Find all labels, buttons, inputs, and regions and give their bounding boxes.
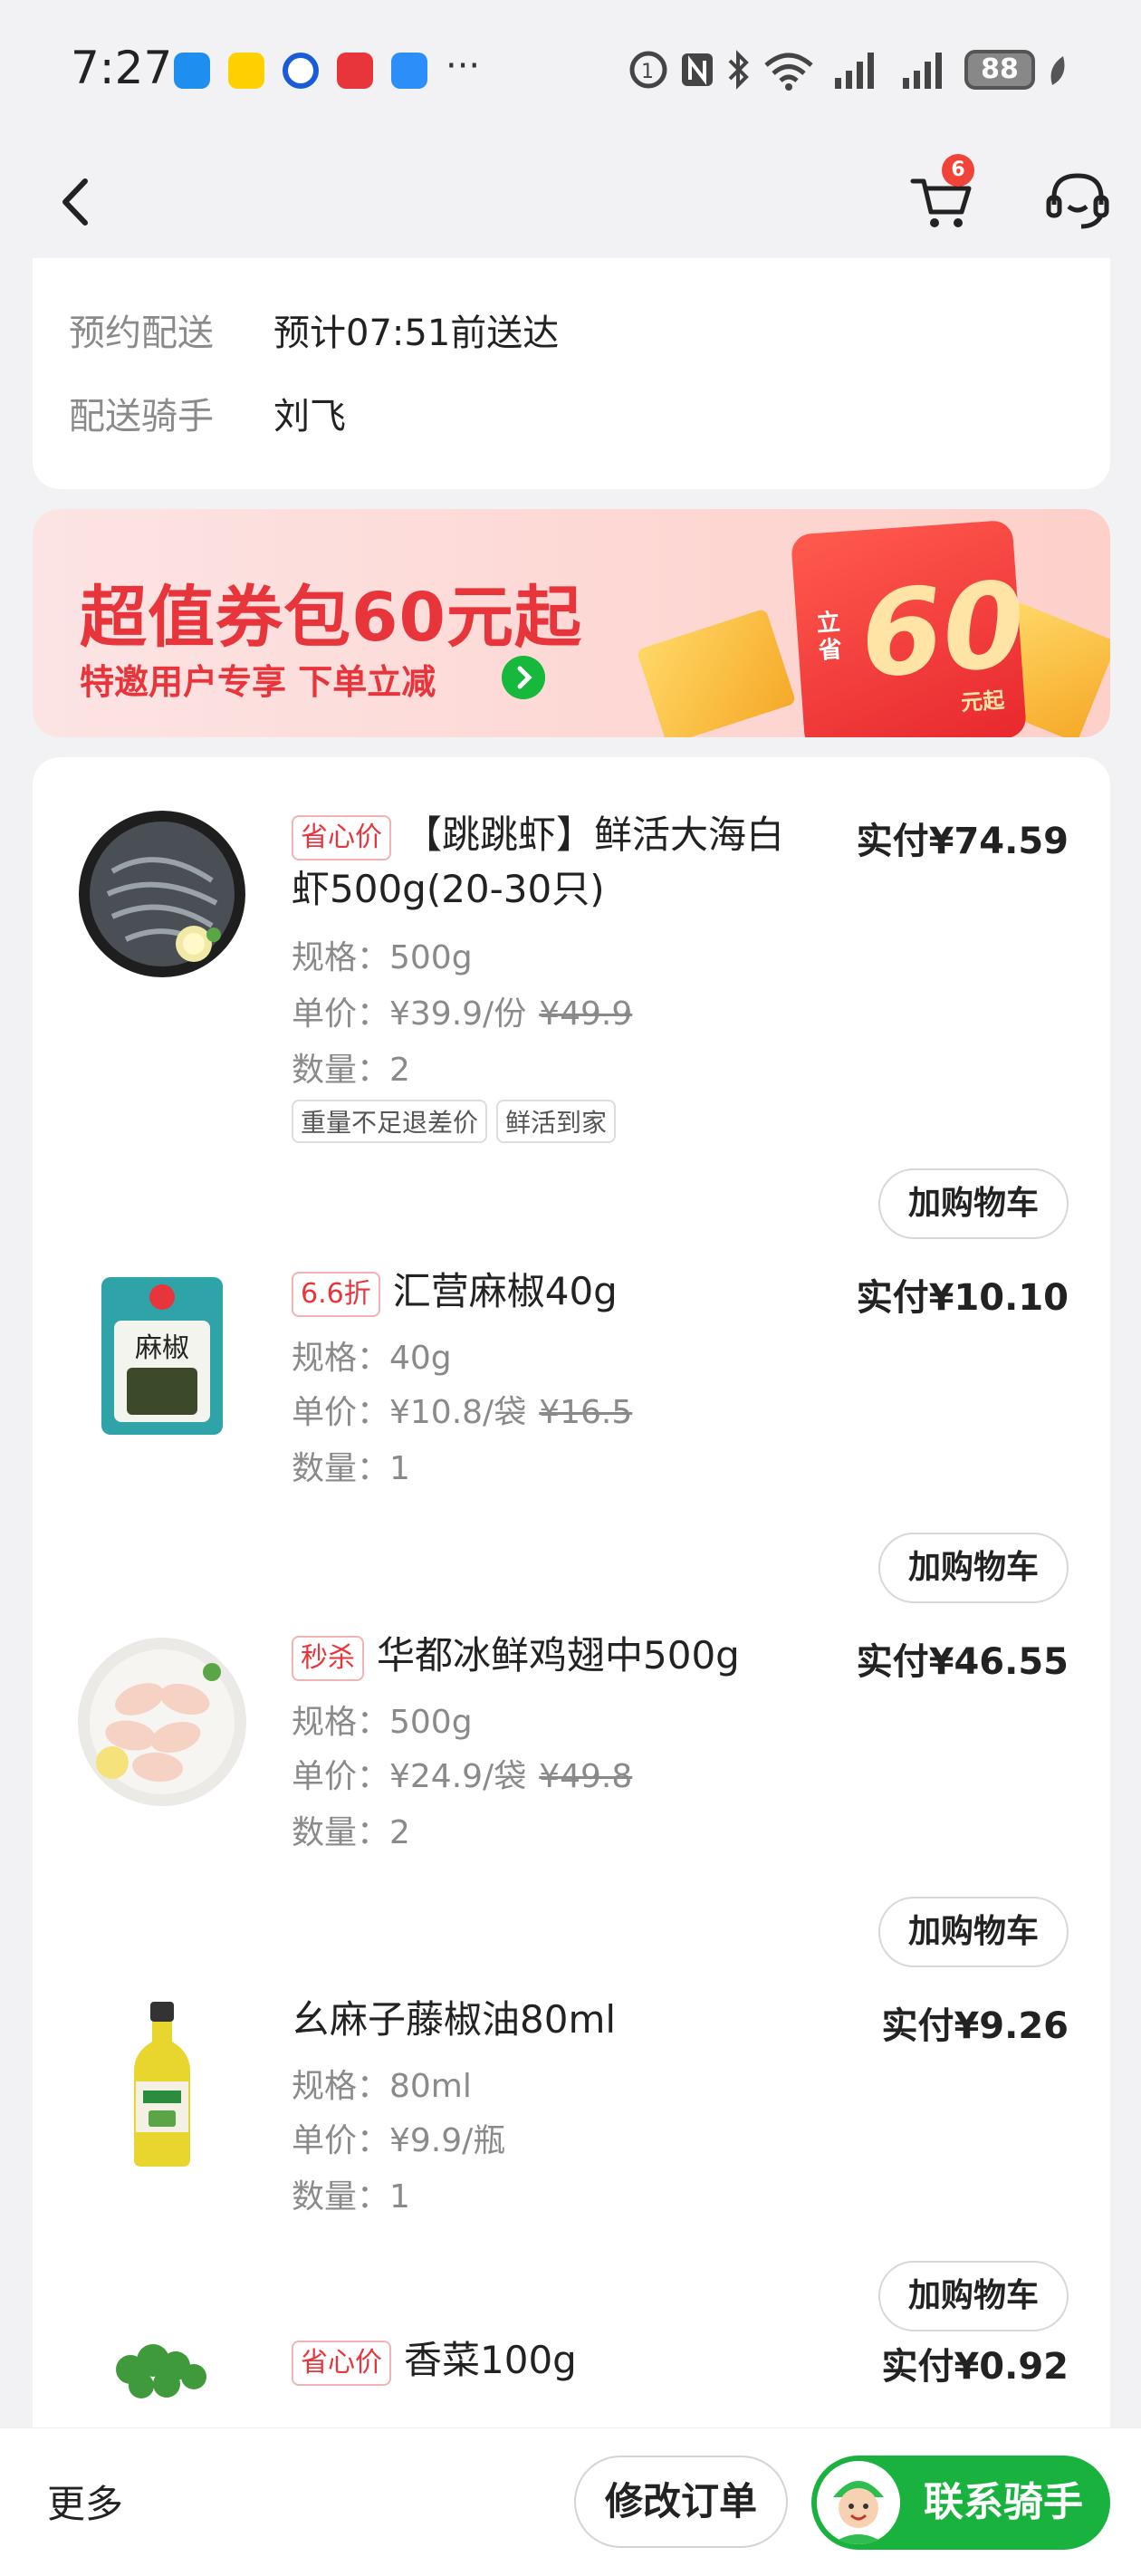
quantity: 数量：1 [292, 1450, 410, 1487]
bottom-action-bar: 更多 修改订单 联系骑手 [0, 2427, 1141, 2576]
original-price: ¥49.9 [539, 995, 633, 1033]
price-tag: 省心价 [292, 2340, 391, 2386]
add-to-cart-button[interactable]: 加购物车 [878, 1533, 1069, 1603]
schedule-row: 预约配送 预计07:51前送达 [69, 303, 559, 356]
paid-amount: 实付¥74.59 [856, 821, 1069, 862]
schedule-value: 预计07:51前送达 [273, 312, 560, 354]
modify-order-button[interactable]: 修改订单 [574, 2456, 788, 2548]
add-to-cart-button[interactable]: 加购物车 [878, 2261, 1069, 2331]
product-title: 香菜100g [404, 2338, 577, 2382]
coupon-prefix: 立省 [815, 609, 843, 665]
coupon-graphic: 立省 60 元起 [790, 519, 1030, 737]
discount-tag: 6.6折 [292, 1271, 380, 1317]
contact-rider-button[interactable]: 联系骑手 [811, 2456, 1110, 2550]
package-label: 麻椒 [135, 1332, 189, 1364]
product-name[interactable]: 秒杀 华都冰鲜鸡翅中500g [292, 1629, 799, 1683]
product-name[interactable]: 省心价 香菜100g [292, 2333, 799, 2388]
rider-avatar [817, 2461, 900, 2544]
product-name[interactable]: 省心价 【跳跳虾】鲜活大海白虾500g(20-30只) [292, 808, 799, 917]
coupon-suffix: 元起 [960, 687, 1006, 716]
service-chips: 重量不足退差价 鲜活到家 [292, 1100, 625, 1143]
messages-app-icon [174, 53, 210, 89]
status-bar: 7:27 ··· 1 88 [0, 0, 1141, 145]
svg-text:1: 1 [641, 61, 654, 83]
back-icon[interactable] [45, 170, 109, 234]
flash-sale-tag: 秒杀 [292, 1635, 364, 1681]
schedule-label: 预约配送 [69, 312, 214, 354]
add-to-cart-button[interactable]: 加购物车 [878, 1897, 1069, 1967]
spec: 规格：80ml [292, 2068, 472, 2105]
product-title: 汇营麻椒40g [392, 1269, 618, 1313]
delivery-info-card: 预约配送 预计07:51前送达 配送骑手 刘飞 [33, 258, 1110, 489]
shrimp-image [79, 811, 245, 977]
spec: 规格：500g [292, 939, 473, 976]
unit-price-value: 单价：¥24.9/袋 [292, 1758, 527, 1795]
rider-row: 配送骑手 刘飞 [69, 387, 346, 439]
chevron-right-icon [502, 656, 545, 699]
gold-decoration [636, 608, 797, 737]
unit-price: 单价：¥39.9/份 ¥49.9 [292, 987, 632, 1034]
unit-price-value: 单价：¥39.9/份 [292, 995, 527, 1033]
unit-price: 单价：¥10.8/袋 ¥16.5 [292, 1386, 632, 1433]
add-to-cart-button[interactable]: 加购物车 [878, 1168, 1069, 1239]
rider-label: 配送骑手 [69, 396, 214, 437]
nfc-icon: 1 [629, 51, 667, 89]
service-chip: 重量不足退差价 [292, 1100, 488, 1143]
rider-name: 刘飞 [273, 396, 346, 437]
order-items-card: 省心价 【跳跳虾】鲜活大海白虾500g(20-30只) 实付¥74.59 规格：5… [33, 757, 1110, 2460]
customer-service-icon[interactable] [1041, 165, 1114, 237]
weather-app-icon [391, 53, 427, 89]
unit-price: 单价：¥24.9/袋 ¥49.8 [292, 1750, 632, 1797]
coupon-promo-banner[interactable]: 超值券包60元起 特邀用户专享 下单立减 立省 60 元起 [33, 509, 1110, 737]
leaf-icon [1050, 56, 1065, 85]
bluetooth-icon [728, 50, 749, 90]
paid-amount: 实付¥46.55 [856, 1641, 1069, 1683]
more-notifications-icon: ··· [446, 45, 481, 87]
paid-amount: 实付¥0.92 [881, 2346, 1069, 2388]
status-time: 7:27 [71, 42, 173, 94]
product-title: 华都冰鲜鸡翅中500g [377, 1633, 740, 1677]
quantity: 数量：2 [292, 1052, 410, 1089]
original-price: ¥16.5 [539, 1394, 633, 1431]
battery-icon: 88 [964, 50, 1035, 90]
spec: 规格：40g [292, 1340, 452, 1377]
signal-icon [835, 53, 874, 89]
quantity: 数量：2 [292, 1814, 410, 1851]
quantity: 数量：1 [292, 2178, 410, 2216]
more-button[interactable]: 更多 [47, 2474, 123, 2529]
nfc-n-icon [682, 53, 713, 86]
paid-amount: 实付¥9.26 [881, 2005, 1069, 2047]
red-packet-app-icon [337, 53, 373, 89]
banner-subtitle: 特邀用户专享 下单立减 [80, 662, 436, 702]
product-name[interactable]: 幺麻子藤椒油80ml [292, 1993, 799, 2047]
contact-rider-label: 联系骑手 [924, 2479, 1083, 2525]
peppercorn-package-image: 麻椒 [101, 1277, 223, 1435]
coupon-amount: 60 [856, 555, 1030, 705]
unit-price: 单价：¥9.9/瓶 [292, 2114, 505, 2161]
meituan-app-icon [228, 53, 264, 89]
signal-2-icon [903, 53, 942, 89]
spec: 规格：500g [292, 1704, 473, 1741]
unit-price-value: 单价：¥10.8/袋 [292, 1394, 527, 1431]
wifi-icon [764, 53, 813, 91]
unit-price-value: 单价：¥9.9/瓶 [292, 2122, 506, 2159]
cart-count-badge: 6 [942, 154, 974, 187]
banner-title: 超值券包60元起 [80, 579, 582, 657]
bank-app-icon [283, 53, 319, 89]
price-tag: 省心价 [292, 814, 391, 860]
service-chip: 鲜活到家 [496, 1100, 617, 1143]
product-name[interactable]: 6.6折 汇营麻椒40g [292, 1264, 799, 1319]
paid-amount: 实付¥10.10 [856, 1277, 1069, 1319]
pepper-oil-bottle-image [134, 2002, 190, 2167]
chicken-wings-image [78, 1638, 246, 1806]
top-nav: 6 [0, 145, 1141, 258]
original-price: ¥49.8 [539, 1758, 633, 1795]
product-title: 幺麻子藤椒油80ml [292, 1997, 617, 2042]
